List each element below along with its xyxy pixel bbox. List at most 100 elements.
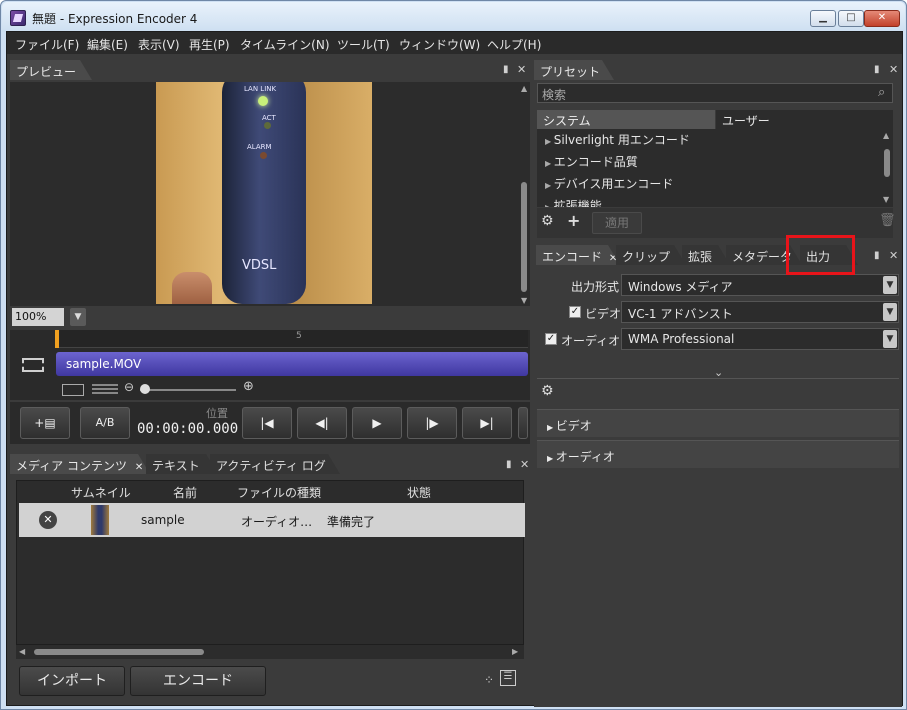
alarm-led-icon <box>260 152 267 159</box>
media-hscrollbar[interactable]: ◀ ▶ <box>16 645 524 659</box>
more-transport-button[interactable] <box>518 407 528 439</box>
play-icon[interactable]: ▶ <box>352 407 402 439</box>
filmstrip-view-icon[interactable] <box>62 384 84 396</box>
menu-view[interactable]: 表示(V) <box>138 36 180 53</box>
section-video[interactable]: ▶ ビデオ <box>537 409 899 437</box>
tab-text[interactable]: テキスト <box>146 454 218 474</box>
scroll-up-icon[interactable]: ▲ <box>883 131 889 140</box>
menu-play[interactable]: 再生(P) <box>189 36 230 53</box>
encode-options-bar: ⚙ <box>537 378 899 404</box>
tab-advanced[interactable]: 拡張 <box>682 245 730 265</box>
hscroll-thumb[interactable] <box>34 649 204 655</box>
preset-item[interactable]: ▶ エンコード品質 <box>545 153 638 170</box>
ab-compare-button[interactable]: A/B <box>80 407 130 439</box>
tab-close-icon[interactable]: ✕ <box>135 462 143 473</box>
scroll-down-icon[interactable]: ▼ <box>883 195 889 204</box>
list-view-icon[interactable]: ☰ <box>500 670 516 686</box>
section-audio[interactable]: ▶ オーディオ <box>537 440 899 468</box>
col-status[interactable]: 状態 <box>407 484 431 501</box>
import-button[interactable]: インポート <box>19 666 125 696</box>
zoom-dropdown-chevron-down-icon[interactable]: ▼ <box>70 308 86 326</box>
menu-file[interactable]: ファイル(F) <box>15 36 79 53</box>
pin-icon[interactable]: ▮ <box>506 459 512 470</box>
audio-checkbox[interactable]: ✓ <box>545 333 557 345</box>
preset-vscrollbar[interactable]: ▲ ▼ <box>881 129 893 207</box>
preview-vscrollbar[interactable]: ▲ ▼ <box>518 82 530 306</box>
timeline-zoom-slider[interactable] <box>140 389 236 391</box>
waveform-view-icon[interactable] <box>92 384 118 396</box>
minimize-button[interactable]: ▁ <box>810 10 836 27</box>
col-file-type[interactable]: ファイルの種類 <box>237 484 321 501</box>
tab-presets[interactable]: プリセット <box>534 60 614 80</box>
preset-item[interactable]: ▶ Silverlight 用エンコード <box>545 131 690 148</box>
tab-close-icon[interactable]: ✕ <box>609 253 617 264</box>
menu-timeline[interactable]: タイムライン(N) <box>240 36 330 53</box>
add-marker-film-icon[interactable]: +▤ <box>20 407 70 439</box>
col-name[interactable]: 名前 <box>173 484 197 501</box>
encode-button[interactable]: エンコード <box>130 666 266 696</box>
close-media-icon[interactable]: ✕ <box>520 458 529 471</box>
scroll-thumb[interactable] <box>521 182 527 292</box>
tab-activity-log[interactable]: アクティビティ ログ <box>210 454 340 474</box>
timeline-zoom-thumb[interactable] <box>140 384 150 394</box>
scroll-up-icon[interactable]: ▲ <box>521 84 527 93</box>
close-presets-icon[interactable]: ✕ <box>889 63 898 76</box>
search-icon[interactable]: ⌕ <box>878 85 885 100</box>
timeline-ruler[interactable]: 5 <box>55 330 528 348</box>
skip-to-end-icon[interactable]: ▶| <box>462 407 512 439</box>
scroll-thumb[interactable] <box>884 149 890 177</box>
table-row[interactable]: ✕ sample オーディオ… 準備完了 <box>19 503 525 537</box>
scroll-down-icon[interactable]: ▼ <box>521 296 527 305</box>
pin-icon[interactable]: ▮ <box>874 64 880 75</box>
video-codec-select[interactable]: VC-1 アドバンスト ▼ <box>621 301 899 323</box>
tab-clip[interactable]: クリップ <box>616 245 686 265</box>
row-type: オーディオ… <box>241 515 313 529</box>
playhead-marker[interactable] <box>55 330 59 348</box>
chevron-down-icon[interactable]: ▼ <box>883 303 897 321</box>
maximize-button[interactable]: □ <box>838 10 864 27</box>
tab-preview[interactable]: プレビュー <box>10 60 92 80</box>
pin-icon[interactable]: ▮ <box>874 250 880 261</box>
zoom-in-icon[interactable]: ⊕ <box>243 379 254 394</box>
audio-codec-select[interactable]: WMA Professional ▼ <box>621 328 899 350</box>
gear-icon[interactable]: ⚙ <box>541 383 554 399</box>
preview-viewport[interactable]: LAN LINK ACT ALARM VDSL ▲ ▼ <box>10 82 530 306</box>
preset-search-input[interactable]: 検索 <box>537 83 893 103</box>
preset-item[interactable]: ▶ 拡張機能 <box>545 197 602 207</box>
preset-item[interactable]: ▶ デバイス用エンコード <box>545 175 673 192</box>
timecode-display[interactable]: 00:00:00.000 <box>137 421 238 437</box>
pin-icon[interactable]: ▮ <box>503 64 509 75</box>
close-preview-icon[interactable]: ✕ <box>517 63 526 76</box>
tab-encode-label: エンコード <box>542 250 603 264</box>
tab-encode[interactable]: エンコード ✕ <box>536 245 620 265</box>
menu-window[interactable]: ウィンドウ(W) <box>399 36 480 53</box>
skip-to-start-icon[interactable]: |◀ <box>242 407 292 439</box>
grid-view-icon[interactable]: ⁘ <box>484 673 494 687</box>
menu-edit[interactable]: 編集(E) <box>87 36 128 53</box>
subtab-system[interactable]: システム <box>537 110 715 129</box>
chevron-down-icon[interactable]: ▼ <box>883 330 897 348</box>
add-preset-icon[interactable]: + <box>567 211 580 230</box>
zoom-level-field[interactable]: 100% <box>12 308 64 326</box>
tab-media-content[interactable]: メディア コンテンツ ✕ <box>10 454 150 474</box>
col-thumbnail[interactable]: サムネイル <box>71 484 131 501</box>
subtab-user[interactable]: ユーザー <box>716 110 893 129</box>
next-frame-icon[interactable]: |▶ <box>407 407 457 439</box>
close-encode-icon[interactable]: ✕ <box>889 249 898 262</box>
remove-item-icon[interactable]: ✕ <box>39 511 57 529</box>
chevron-down-icon[interactable]: ▼ <box>883 276 897 294</box>
trash-icon[interactable]: 🗑 <box>879 213 896 228</box>
close-button[interactable]: ✕ <box>864 10 900 27</box>
video-checkbox[interactable]: ✓ <box>569 306 581 318</box>
menu-help[interactable]: ヘルプ(H) <box>487 36 541 53</box>
scroll-left-icon[interactable]: ◀ <box>19 647 25 656</box>
timeline[interactable]: 5 sample.MOV ⊖ ⊕ <box>10 330 530 400</box>
menu-tools[interactable]: ツール(T) <box>337 36 390 53</box>
scroll-right-icon[interactable]: ▶ <box>512 647 518 656</box>
timeline-clip[interactable]: sample.MOV <box>56 352 528 376</box>
zoom-out-icon[interactable]: ⊖ <box>124 380 134 394</box>
previous-frame-icon[interactable]: ◀| <box>297 407 347 439</box>
output-format-select[interactable]: Windows メディア ▼ <box>621 274 899 296</box>
apply-button[interactable]: 適用 <box>592 212 642 234</box>
gear-icon[interactable]: ⚙ <box>541 213 554 229</box>
